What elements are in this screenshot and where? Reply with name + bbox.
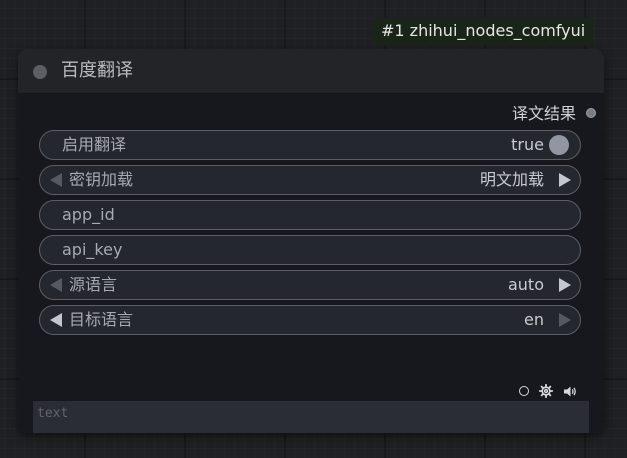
- speaker-icon[interactable]: [563, 385, 577, 398]
- widget-label: 源语言: [69, 275, 118, 294]
- node-title: 百度翻译: [61, 60, 133, 81]
- arrow-right-icon[interactable]: [559, 313, 571, 327]
- arrow-right-icon[interactable]: [559, 173, 571, 187]
- widget-label: api_key: [62, 240, 123, 259]
- node-body: 译文结果 启用翻译 true 密钥加载 明文加载 app_id api_key …: [18, 94, 604, 433]
- widget-value: auto: [507, 275, 544, 294]
- baidu-translate-node[interactable]: 百度翻译 译文结果 启用翻译 true 密钥加载 明文加载 app_id api…: [18, 49, 604, 433]
- arrow-left-icon[interactable]: [50, 313, 62, 327]
- widget-label: 目标语言: [69, 310, 134, 329]
- toggle-knob-icon[interactable]: [549, 135, 569, 155]
- widget-label: 启用翻译: [62, 135, 127, 154]
- widget-value: true: [511, 135, 544, 154]
- arrow-right-icon[interactable]: [559, 278, 571, 292]
- node-header[interactable]: 百度翻译: [18, 49, 604, 94]
- textarea-toolbar: [519, 383, 577, 399]
- node-source-badge: #1 zhihui_nodes_comfyui: [373, 17, 594, 45]
- source-language-combo[interactable]: 源语言 auto: [39, 270, 581, 300]
- app-id-field[interactable]: app_id: [39, 200, 581, 230]
- circle-icon[interactable]: [519, 386, 529, 396]
- widget-value: 明文加载: [479, 170, 544, 189]
- text-input[interactable]: [33, 401, 589, 433]
- api-key-field[interactable]: api_key: [39, 235, 581, 265]
- arrow-left-icon[interactable]: [50, 173, 62, 187]
- widget-label: 密钥加载: [69, 170, 134, 189]
- key-loading-combo[interactable]: 密钥加载 明文加载: [39, 165, 581, 195]
- output-label: 译文结果: [511, 104, 576, 123]
- arrow-left-icon[interactable]: [50, 278, 62, 292]
- collapse-dot-icon[interactable]: [33, 65, 47, 79]
- graph-canvas[interactable]: #1 zhihui_nodes_comfyui 百度翻译 译文结果 启用翻译 t…: [0, 0, 627, 458]
- widget-label: app_id: [62, 205, 115, 224]
- target-language-combo[interactable]: 目标语言 en: [39, 305, 581, 335]
- widget-value: en: [524, 310, 544, 329]
- output-slot-icon[interactable]: [586, 108, 596, 118]
- gear-icon[interactable]: [539, 384, 553, 398]
- enable-translation-toggle[interactable]: 启用翻译 true: [39, 130, 581, 160]
